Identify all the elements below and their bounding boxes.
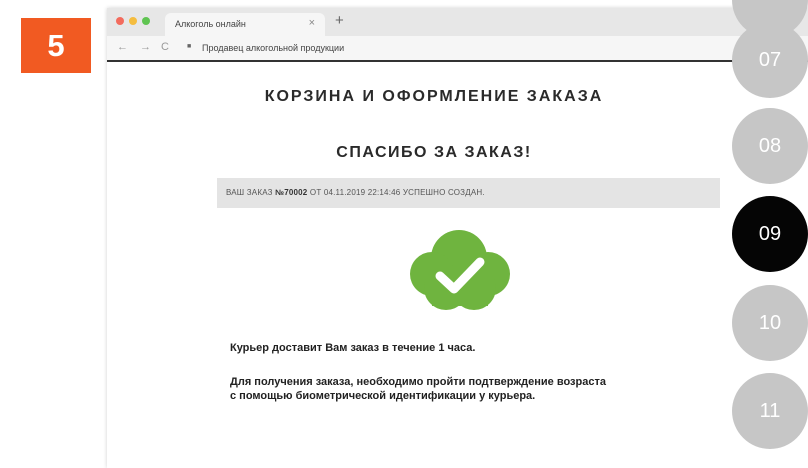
courier-delivery-message: Курьер доставит Вам заказ в течение 1 ча… (230, 342, 476, 354)
cloud-check-icon (410, 230, 510, 310)
reload-icon[interactable]: C (161, 41, 169, 53)
step-circle-11: 11 (732, 373, 808, 449)
forward-arrow-icon[interactable]: → (140, 41, 151, 53)
new-tab-button[interactable]: + (335, 12, 344, 29)
step-circle-07: 07 (732, 22, 808, 98)
cloud-shape (410, 230, 510, 310)
order-status-text: ВАШ ЗАКАЗ №70002 ОТ 04.11.2019 22:14:46 … (226, 188, 485, 197)
step-number-badge: 5 (21, 18, 91, 73)
step-circle-09-active: 09 (732, 196, 808, 272)
order-suffix: ОТ 04.11.2019 22:14:46 УСПЕШНО СОЗДАН. (307, 188, 485, 197)
tab-title: Алкоголь онлайн (175, 19, 246, 29)
order-prefix: ВАШ ЗАКАЗ (226, 188, 276, 197)
browser-tab[interactable]: Алкоголь онлайн × (165, 13, 325, 36)
age-verification-message-line2: с помощью биометрической идентификации у… (230, 390, 536, 402)
maximize-window-button[interactable] (142, 17, 150, 25)
thank-you-heading: СПАСИБО ЗА ЗАКАЗ! (336, 144, 532, 161)
minimize-window-button[interactable] (129, 17, 137, 25)
step-circle-08: 08 (732, 108, 808, 184)
page-content: КОРЗИНА И ОФОРМЛЕНИЕ ЗАКАЗА СПАСИБО ЗА З… (107, 62, 808, 462)
browser-tab-bar: Алкоголь онлайн × + (107, 8, 808, 36)
address-bar: ← → C ■ Продавец алкогольной продукции (107, 36, 808, 62)
back-arrow-icon[interactable]: ← (117, 41, 128, 53)
tab-close-icon[interactable]: × (309, 17, 315, 29)
age-verification-message-line1: Для получения заказа, необходимо пройти … (230, 376, 606, 388)
browser-window: Алкоголь онлайн × + ← → C ■ Продавец алк… (107, 8, 808, 468)
page-title: КОРЗИНА И ОФОРМЛЕНИЕ ЗАКАЗА (264, 88, 604, 105)
order-status-banner: ВАШ ЗАКАЗ №70002 ОТ 04.11.2019 22:14:46 … (217, 178, 720, 208)
lock-icon: ■ (187, 43, 192, 50)
url-field[interactable]: Продавец алкогольной продукции (202, 43, 344, 53)
step-circle-10: 10 (732, 285, 808, 361)
close-window-button[interactable] (116, 17, 124, 25)
order-number: №70002 (275, 188, 308, 197)
